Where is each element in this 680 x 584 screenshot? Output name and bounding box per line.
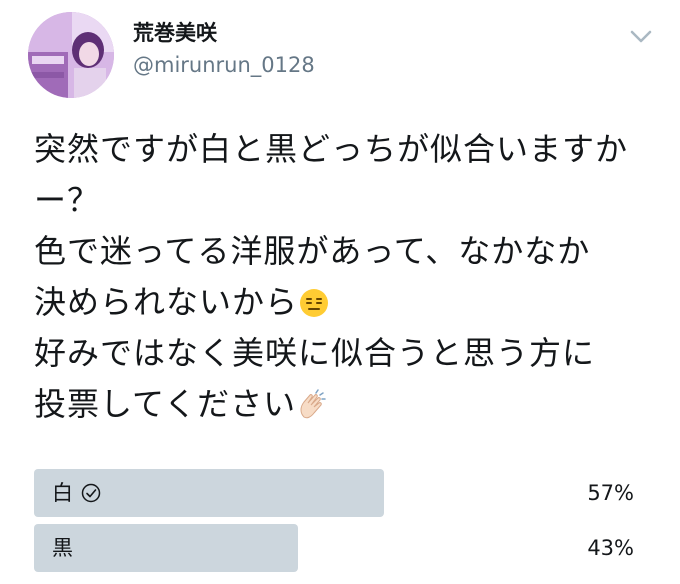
tweet-text-line: ー？ (34, 181, 101, 219)
poll-option-label: 白 (52, 478, 101, 508)
poll-option-percent: 57% (587, 481, 634, 505)
tweet-text-line: 色で迷ってる洋服があって、なかなか (34, 232, 591, 270)
poll-option-text: 白 (52, 481, 73, 505)
poll-option-text: 黒 (52, 536, 73, 560)
poll-option-label: 黒 (52, 533, 73, 563)
avatar[interactable] (28, 12, 114, 98)
checkmark-circle-icon (81, 483, 101, 503)
tweet-text-segment: 投票してください (34, 385, 297, 423)
user-handle[interactable]: @mirunrun_0128 (133, 51, 315, 79)
poll-bar (34, 524, 298, 572)
expressionless-face-emoji-icon (300, 289, 329, 317)
poll-option-percent: 43% (587, 536, 634, 560)
poll-option-2[interactable]: 黒 43% (34, 524, 646, 572)
tweet-text-line: 突然ですが白と黒どっちが似合いますか (34, 130, 629, 168)
display-name[interactable]: 荒巻美咲 (133, 19, 217, 47)
tweet-text-line: 決められないから (34, 277, 654, 328)
tweet-text-line: 投票してください (34, 379, 654, 430)
poll-option-1[interactable]: 白 57% (34, 469, 646, 517)
chevron-down-icon[interactable] (628, 28, 654, 46)
tweet-text-line: 好みではなく美咲に似合うと思う方に (34, 334, 596, 372)
profile-photo-icon (28, 12, 114, 98)
tweet-text: 突然ですが白と黒どっちが似合いますか ー？ 色で迷ってる洋服があって、なかなか … (34, 124, 654, 430)
tweet-text-segment: 決められないから (34, 283, 299, 321)
clapping-hands-emoji-icon (300, 389, 326, 419)
